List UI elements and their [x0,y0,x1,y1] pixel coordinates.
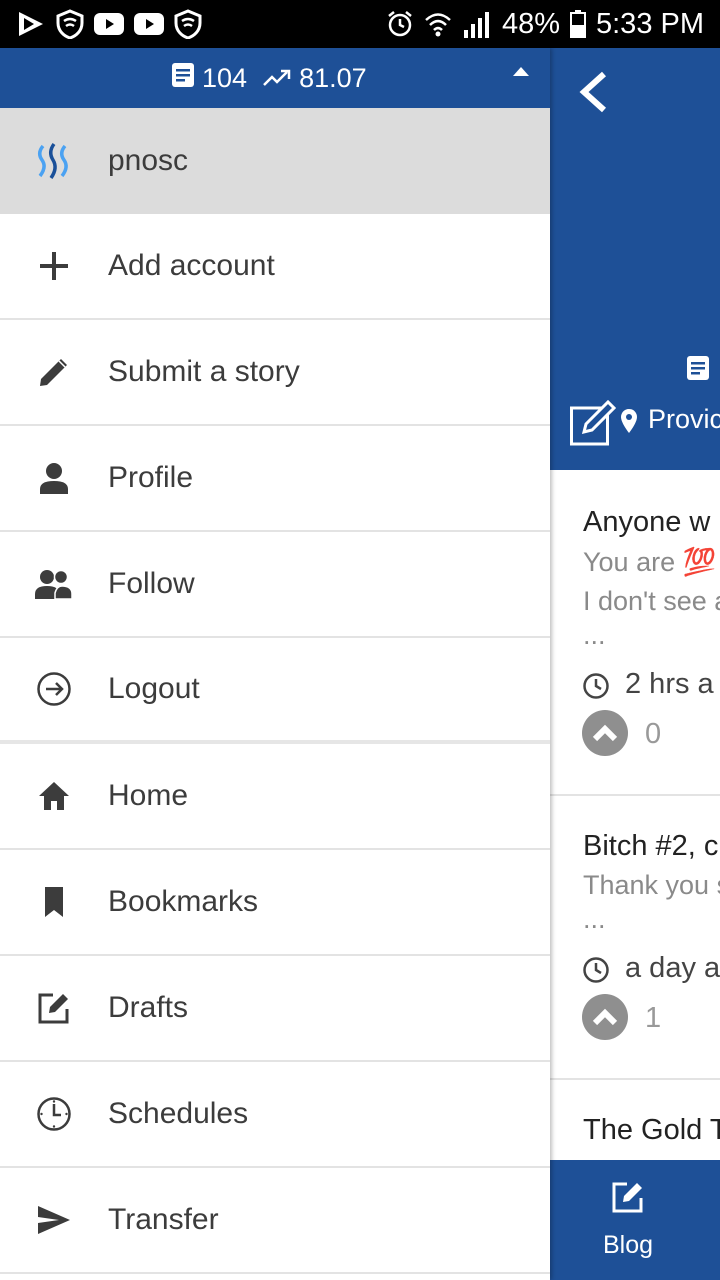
menu-label: Follow [108,567,195,600]
profile-location: Provic [648,404,720,434]
post-excerpt: Thank you s [583,870,720,900]
menu-item-add-account[interactable]: Add account [0,214,550,320]
post-excerpt: ... [583,904,606,934]
account-username: pnosc [108,144,189,177]
upvote-icon[interactable] [582,710,628,756]
screen: 48% 5:33 PM Provic Anyone w You are 💯 I … [0,0,720,1280]
menu-item-transfer[interactable]: Transfer [0,1168,550,1274]
edit-box-icon [0,955,108,1061]
alarm-icon [386,10,414,38]
reputation-score: 81.07 [299,62,367,93]
post-title: The Gold T [583,1114,720,1146]
menu-item-follow[interactable]: Follow [0,532,550,638]
bookmark-icon [0,849,108,955]
signal-icon [462,10,492,38]
tab-blog[interactable]: Blog [550,1160,720,1280]
feed-item[interactable]: Anyone w You are 💯 I don't see a ... 2 h… [550,470,720,796]
send-icon [0,1167,108,1273]
people-icon [0,531,108,637]
menu-label: Add account [108,249,275,282]
logout-icon [0,636,108,742]
profile-header: Provic [550,48,720,470]
tab-blog-label: Blog [602,1231,654,1259]
person-icon [0,425,108,531]
clock-time: 5:33 PM [596,7,704,40]
menu-item-logout[interactable]: Logout [0,638,550,744]
post-title: Bitch #2, c [583,830,719,862]
post-excerpt: You are 💯 [583,547,717,577]
clock-icon [582,956,610,989]
post-count-icon [687,356,709,385]
post-excerpt: I don't see a [583,586,720,616]
nav-arrow-icon [16,9,46,39]
shield-icon [56,9,84,39]
post-title: Anyone w [583,506,711,538]
post-time: a day a [625,952,720,984]
feed-item[interactable]: Bitch #2, c Thank you s ... a day a 1 [550,796,720,1080]
menu-item-bookmarks[interactable]: Bookmarks [0,850,550,956]
menu-label: Logout [108,672,200,705]
vote-count: 0 [645,718,662,750]
post-excerpt: ... [583,620,606,650]
battery-percent: 48% [501,7,560,40]
status-bar-notifications [16,9,202,39]
upvote-icon[interactable] [582,994,628,1040]
status-bar: 48% 5:33 PM [0,0,720,48]
menu-item-drafts[interactable]: Drafts [0,956,550,1062]
pencil-icon [0,319,108,425]
shield-icon [174,9,202,39]
clock-icon [0,1061,108,1167]
menu-label: Home [108,779,189,812]
menu-label: Schedules [108,1097,249,1130]
post-count-icon [172,62,194,94]
youtube-icon [94,13,124,35]
menu-item-schedules[interactable]: Schedules [0,1062,550,1168]
menu-item-submit-story[interactable]: Submit a story [0,320,550,426]
edit-box-icon [611,1180,659,1219]
battery-icon [570,10,586,38]
trending-up-icon [263,63,291,94]
account-row[interactable]: pnosc [0,108,550,214]
menu-label: Bookmarks [108,885,259,918]
caret-up-icon[interactable] [512,64,530,82]
menu-label: Profile [108,461,194,494]
menu-label: Drafts [108,991,189,1024]
plus-icon [0,213,108,319]
navigation-drawer: 104 81.07 pnosc Add account Submit a sto… [0,48,550,1280]
clock-icon [582,672,610,705]
post-time: 2 hrs a [625,668,714,700]
account-stats: 104 81.07 [172,48,367,108]
vote-count: 1 [645,1002,662,1034]
post-count: 104 [202,62,248,93]
post-feed: Anyone w You are 💯 I don't see a ... 2 h… [550,470,720,1160]
youtube-icon [134,13,164,35]
compose-icon[interactable] [570,399,617,451]
menu-item-home[interactable]: Home [0,744,550,850]
steem-logo-icon [0,108,108,214]
wifi-icon [424,11,452,37]
location-pin-icon [620,408,638,439]
menu-item-profile[interactable]: Profile [0,426,550,532]
menu-label: Transfer [108,1203,219,1236]
back-arrow-icon[interactable] [578,70,608,119]
home-icon [0,743,108,849]
status-bar-system: 48% 5:33 PM [386,8,704,41]
feed-item[interactable]: The Gold T [550,1080,720,1160]
menu-label: Submit a story [108,355,300,388]
drawer-header[interactable]: 104 81.07 [0,48,550,108]
